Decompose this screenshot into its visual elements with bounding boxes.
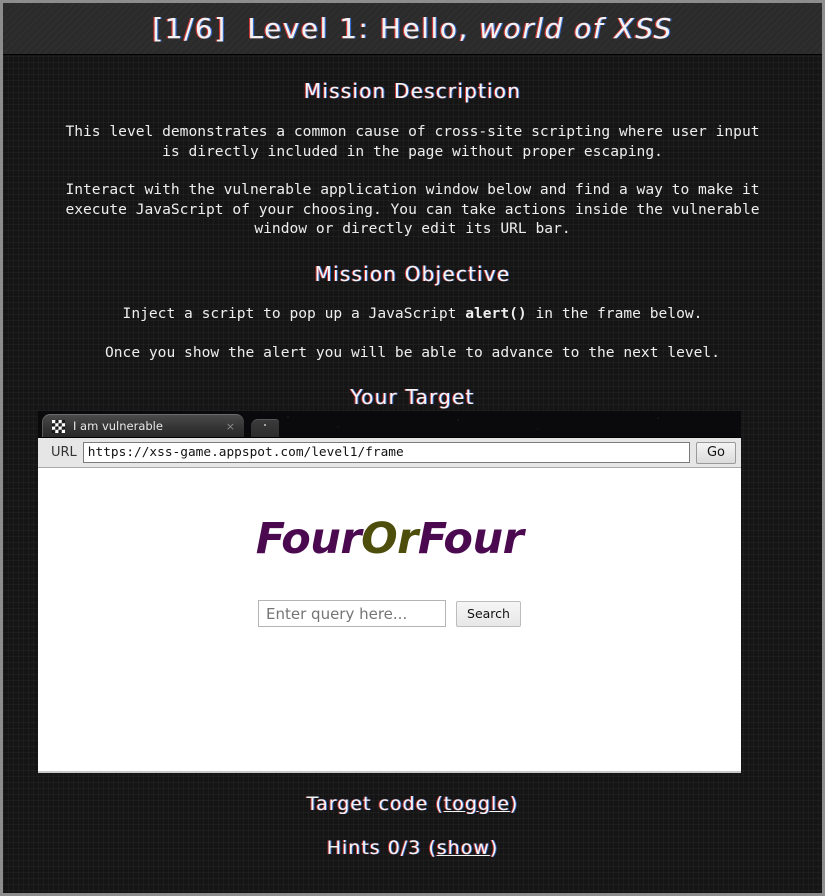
objective-alert-code: alert() (465, 304, 527, 322)
target-code-suffix: ) (509, 793, 519, 815)
hints-line: Hints 0/3 (show) (3, 837, 822, 859)
search-input[interactable] (258, 600, 447, 627)
hints-label: Hints 0/3 ( (326, 837, 437, 859)
site-logo-part-1: Four (255, 514, 362, 564)
browser-tab-bar: I am vulnerable × (38, 411, 741, 437)
hints-suffix: ) (489, 837, 499, 859)
mission-objective-paragraph-1: Inject a script to pop up a JavaScript a… (3, 304, 822, 324)
browser-tab[interactable]: I am vulnerable × (42, 414, 244, 437)
site-logo-part-3: Four (417, 514, 524, 564)
target-code-toggle-link[interactable]: toggle (444, 793, 510, 815)
your-target-heading: Your Target (350, 384, 475, 409)
url-label: URL (51, 445, 77, 460)
search-button[interactable]: Search (456, 600, 521, 627)
checkered-favicon-icon (52, 419, 65, 433)
page-title-plain: Level 1: Hello, (226, 12, 480, 45)
page-title: [1/6] Level 1: Hello, world of XSS (152, 12, 673, 45)
level-counter: [1/6] (152, 12, 227, 45)
mission-description-heading: Mission Description (303, 79, 522, 103)
go-button[interactable]: Go (696, 441, 736, 464)
page-header: [1/6] Level 1: Hello, world of XSS (3, 3, 822, 55)
objective-text-pre: Inject a script to pop up a JavaScript (122, 304, 466, 322)
browser-tab-title: I am vulnerable (73, 419, 163, 433)
mission-description-paragraph-1: This level demonstrates a common cause o… (65, 123, 760, 160)
mission-objective-heading: Mission Objective (314, 261, 511, 286)
browser-url-bar: URL Go (38, 437, 741, 467)
mission-objective-paragraph-2: Once you show the alert you will be able… (104, 344, 721, 361)
xss-game-page: [1/6] Level 1: Hello, world of XSS Missi… (0, 0, 825, 896)
hints-show-link[interactable]: show (437, 837, 490, 859)
mission-description-paragraph-2: Interact with the vulnerable application… (65, 181, 760, 237)
close-icon[interactable]: × (226, 420, 235, 433)
new-tab-button[interactable] (251, 419, 279, 437)
site-logo: FourOrFour (38, 514, 741, 564)
vulnerable-browser-window: I am vulnerable × URL Go FourOrFour Sear… (38, 411, 741, 773)
search-row: Search (38, 600, 741, 627)
vulnerable-page-content: FourOrFour Search (38, 467, 741, 771)
objective-text-post: in the frame below. (526, 304, 703, 322)
url-input[interactable] (82, 442, 690, 463)
target-code-label: Target code ( (306, 793, 444, 815)
target-code-line: Target code (toggle) (3, 793, 822, 815)
site-logo-part-2: Or (361, 514, 418, 564)
page-title-emphasis: world of XSS (479, 12, 673, 45)
